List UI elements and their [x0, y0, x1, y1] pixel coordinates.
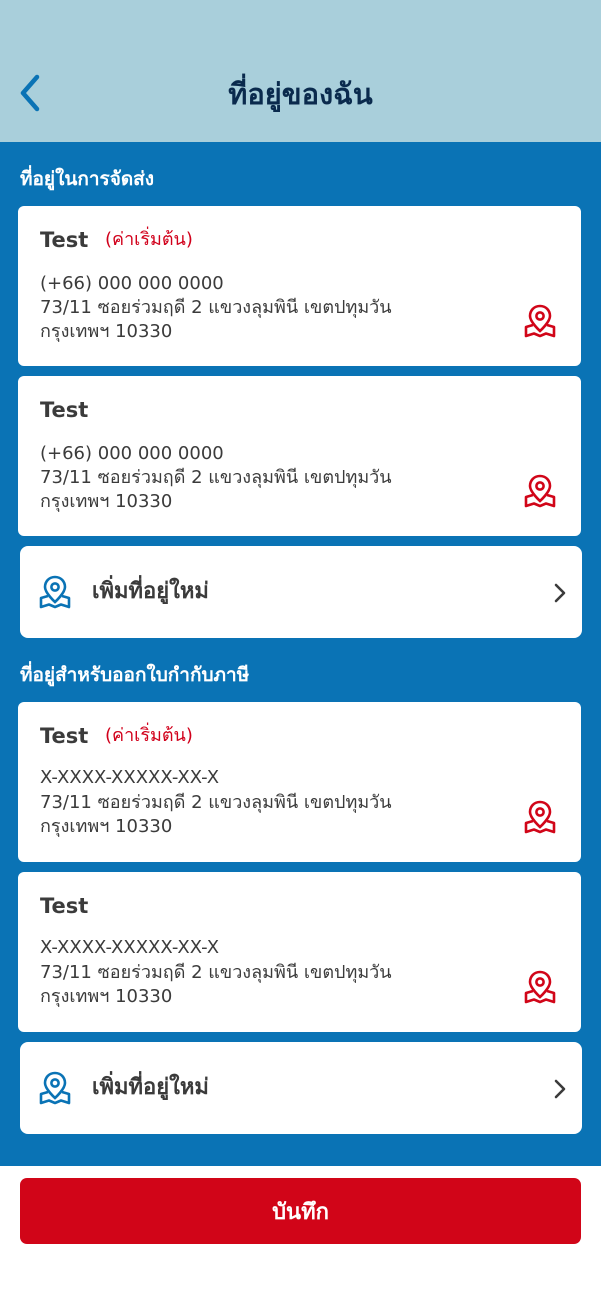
app-header: ที่อยู่ของฉัน — [0, 0, 601, 142]
chevron-right-icon — [554, 1079, 566, 1099]
address-street: 73/11 ซอยร่วมฤดี 2 แขวงลุมพินี เขตปทุมวั… — [40, 297, 392, 318]
page-title: ที่อยู่ของฉัน — [228, 77, 373, 111]
tax-section-title: ที่อยู่สำหรับออกใบกำกับภาษี — [20, 664, 250, 686]
add-address-label: เพิ่มที่อยู่ใหม่ — [92, 579, 209, 604]
address-city: กรุงเทพฯ 10330 — [40, 816, 173, 837]
add-shipping-address-button[interactable]: เพิ่มที่อยู่ใหม่ — [20, 546, 582, 638]
tax-id: X-XXXX-XXXXX-XX-X — [40, 937, 220, 958]
address-city: กรุงเทพฯ 10330 — [40, 491, 173, 512]
address-list-area: ที่อยู่ในการจัดส่ง Test (ค่าเริ่มต้น) (+… — [0, 142, 601, 1166]
shipping-address-card[interactable]: Test (ค่าเริ่มต้น) (+66) 000 000 0000 73… — [18, 206, 581, 366]
address-street: 73/11 ซอยร่วมฤดี 2 แขวงลุมพินี เขตปทุมวั… — [40, 467, 392, 488]
map-pin-icon — [39, 575, 71, 609]
address-city: กรุงเทพฯ 10330 — [40, 321, 173, 342]
address-street: 73/11 ซอยร่วมฤดี 2 แขวงลุมพินี เขตปทุมวั… — [40, 792, 392, 813]
shipping-address-card[interactable]: Test (+66) 000 000 0000 73/11 ซอยร่วมฤดี… — [18, 376, 581, 536]
map-pin-icon[interactable] — [523, 474, 557, 508]
address-phone: (+66) 000 000 0000 — [40, 273, 224, 294]
address-street: 73/11 ซอยร่วมฤดี 2 แขวงลุมพินี เขตปทุมวั… — [40, 962, 392, 983]
address-phone: (+66) 000 000 0000 — [40, 443, 224, 464]
map-pin-icon — [39, 1071, 71, 1105]
map-pin-icon[interactable] — [523, 304, 557, 338]
save-button[interactable]: บันทึก — [20, 1178, 581, 1244]
address-name: Test — [40, 398, 89, 422]
tax-id: X-XXXX-XXXXX-XX-X — [40, 767, 220, 788]
address-city: กรุงเทพฯ 10330 — [40, 986, 173, 1007]
footer-bar: บันทึก — [0, 1166, 601, 1298]
address-name: Test — [40, 228, 89, 252]
map-pin-icon[interactable] — [523, 970, 557, 1004]
add-tax-address-button[interactable]: เพิ่มที่อยู่ใหม่ — [20, 1042, 582, 1134]
map-pin-icon[interactable] — [523, 800, 557, 834]
address-name: Test — [40, 894, 89, 918]
shipping-section-title: ที่อยู่ในการจัดส่ง — [20, 168, 155, 190]
chevron-right-icon — [554, 583, 566, 603]
tax-address-card[interactable]: Test X-XXXX-XXXXX-XX-X 73/11 ซอยร่วมฤดี … — [18, 872, 581, 1032]
default-badge: (ค่าเริ่มต้น) — [105, 229, 193, 250]
tax-address-card[interactable]: Test (ค่าเริ่มต้น) X-XXXX-XXXXX-XX-X 73/… — [18, 702, 581, 862]
add-address-label: เพิ่มที่อยู่ใหม่ — [92, 1075, 209, 1100]
address-name: Test — [40, 724, 89, 748]
default-badge: (ค่าเริ่มต้น) — [105, 725, 193, 746]
